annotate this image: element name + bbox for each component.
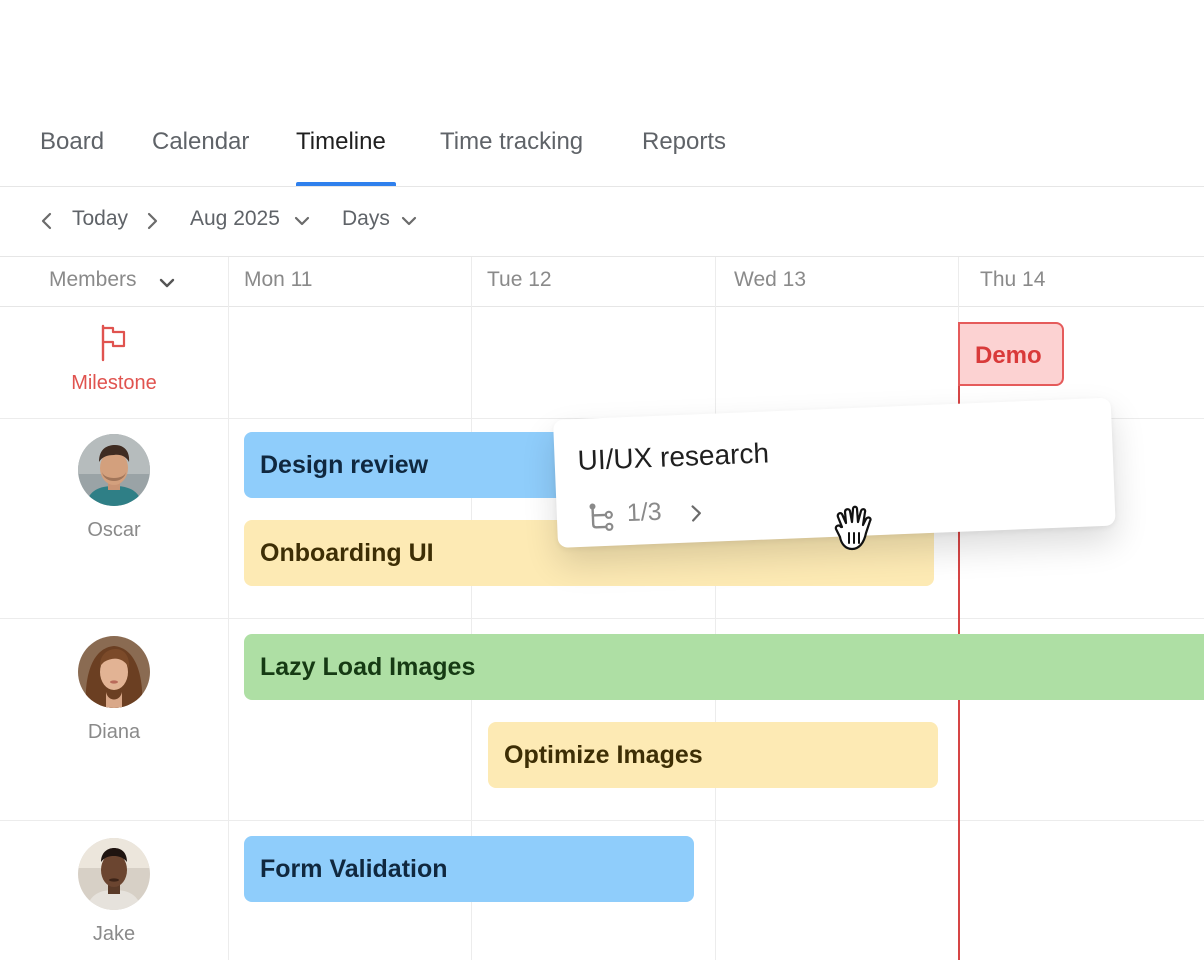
day-header-thu: Thu 14	[980, 268, 1046, 291]
tab-calendar[interactable]: Calendar	[152, 128, 249, 156]
chevron-right-icon[interactable]	[688, 503, 703, 524]
today-button[interactable]: Today	[72, 207, 128, 231]
subtask-count: 1/3	[626, 497, 663, 528]
avatar	[78, 838, 150, 910]
avatar	[78, 434, 150, 506]
day-header-wed: Wed 13	[734, 268, 806, 291]
task-form-validation[interactable]: Form Validation	[244, 836, 694, 902]
member-name: Oscar	[87, 519, 141, 541]
task-lazy-load-images[interactable]: Lazy Load Images	[244, 634, 1204, 700]
milestone-demo[interactable]: Demo	[958, 322, 1064, 386]
day-header-tue: Tue 12	[487, 268, 552, 291]
chevron-left-icon[interactable]	[40, 211, 54, 231]
timeline-header: Members Mon 11 Tue 12 Wed 13 Thu 14	[0, 257, 1204, 307]
avatar	[78, 636, 150, 708]
day-header-mon: Mon 11	[244, 268, 313, 291]
scale-select[interactable]: Days	[342, 207, 390, 231]
member-jake: Jake	[0, 820, 228, 960]
task-optimize-images[interactable]: Optimize Images	[488, 722, 938, 788]
chevron-down-icon[interactable]	[400, 214, 418, 228]
milestone-label: Milestone	[71, 372, 157, 394]
view-tabs: Board Calendar Timeline Time tracking Re…	[0, 100, 1204, 187]
grid-column-divider	[715, 257, 716, 960]
subtask-tree-icon	[589, 503, 614, 531]
chevron-right-icon[interactable]	[145, 211, 159, 231]
chevron-down-icon[interactable]	[293, 214, 311, 228]
grid-column-divider	[228, 257, 229, 960]
month-select[interactable]: Aug 2025	[190, 207, 280, 231]
member-name: Diana	[87, 721, 141, 743]
task-design-review[interactable]: Design review	[244, 432, 574, 498]
tab-reports[interactable]: Reports	[642, 128, 726, 156]
members-column-header[interactable]: Members	[49, 268, 137, 292]
grab-hand-icon	[834, 505, 872, 551]
dragged-task-title: UI/UX research	[577, 437, 770, 477]
member-diana: Diana	[0, 618, 228, 820]
tab-board[interactable]: Board	[40, 128, 104, 156]
member-name: Jake	[92, 923, 136, 945]
active-tab-indicator	[296, 182, 396, 186]
timeline-toolbar: Today Aug 2025 Days	[0, 187, 1204, 257]
member-oscar: Oscar	[0, 418, 228, 618]
tab-time-tracking[interactable]: Time tracking	[440, 128, 583, 156]
chevron-down-icon[interactable]	[158, 276, 176, 290]
flag-icon	[101, 324, 126, 362]
tab-timeline[interactable]: Timeline	[296, 128, 386, 156]
